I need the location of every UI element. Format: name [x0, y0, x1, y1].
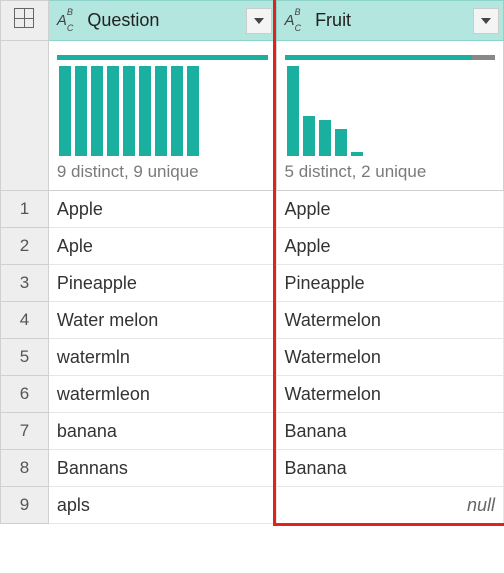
cell-fruit[interactable]: Apple — [276, 228, 503, 265]
profile-stats: 9 distinct, 9 unique — [57, 162, 268, 182]
chevron-down-icon — [254, 18, 264, 24]
column-name: Fruit — [315, 10, 351, 31]
cell-fruit[interactable]: Watermelon — [276, 302, 503, 339]
table-row[interactable]: 5watermlnWatermelon — [1, 339, 504, 376]
text-type-icon: ABC — [285, 11, 308, 31]
row-index[interactable]: 2 — [1, 228, 49, 265]
table-icon — [14, 8, 34, 28]
column-header-fruit[interactable]: ABC Fruit — [276, 1, 503, 41]
column-profile-question[interactable]: 9 distinct, 9 unique — [48, 41, 276, 191]
row-index[interactable]: 1 — [1, 191, 49, 228]
row-index[interactable]: 5 — [1, 339, 49, 376]
cell-fruit[interactable]: Watermelon — [276, 376, 503, 413]
distribution-bars — [57, 66, 268, 156]
table-row[interactable]: 9aplsnull — [1, 487, 504, 524]
cell-fruit[interactable]: null — [276, 487, 503, 524]
cell-question[interactable]: Water melon — [48, 302, 276, 339]
cell-fruit[interactable]: Watermelon — [276, 339, 503, 376]
cell-question[interactable]: Bannans — [48, 450, 276, 487]
cell-fruit[interactable]: Pineapple — [276, 265, 503, 302]
row-index[interactable]: 8 — [1, 450, 49, 487]
text-type-icon: ABC — [57, 11, 80, 31]
distribution-bars — [285, 66, 495, 156]
column-name: Question — [87, 10, 159, 31]
cell-question[interactable]: watermleon — [48, 376, 276, 413]
row-index[interactable]: 4 — [1, 302, 49, 339]
table-row[interactable]: 6watermleonWatermelon — [1, 376, 504, 413]
chevron-down-icon — [481, 18, 491, 24]
cell-fruit[interactable]: Banana — [276, 413, 503, 450]
column-profile-fruit[interactable]: 5 distinct, 2 unique — [276, 41, 503, 191]
row-index[interactable]: 9 — [1, 487, 49, 524]
cell-question[interactable]: Pineapple — [48, 265, 276, 302]
row-index[interactable]: 7 — [1, 413, 49, 450]
cell-question[interactable]: banana — [48, 413, 276, 450]
column-filter-button[interactable] — [246, 8, 272, 34]
profile-gutter — [1, 41, 49, 191]
table-row[interactable]: 8BannansBanana — [1, 450, 504, 487]
cell-question[interactable]: Apple — [48, 191, 276, 228]
quality-bar — [285, 55, 495, 60]
table-row[interactable]: 4Water melonWatermelon — [1, 302, 504, 339]
cell-fruit[interactable]: Apple — [276, 191, 503, 228]
cell-question[interactable]: apls — [48, 487, 276, 524]
cell-question[interactable]: watermln — [48, 339, 276, 376]
column-header-question[interactable]: ABC Question — [48, 1, 276, 41]
table-row[interactable]: 2ApleApple — [1, 228, 504, 265]
table-row[interactable]: 1AppleApple — [1, 191, 504, 228]
cell-fruit[interactable]: Banana — [276, 450, 503, 487]
table-row[interactable]: 3PineapplePineapple — [1, 265, 504, 302]
row-index[interactable]: 3 — [1, 265, 49, 302]
table-row[interactable]: 7bananaBanana — [1, 413, 504, 450]
quality-bar — [57, 55, 268, 60]
data-grid: ABC Question ABC Fruit 9 distinct, 9 uni… — [0, 0, 504, 524]
select-all-corner[interactable] — [1, 1, 49, 41]
column-filter-button[interactable] — [473, 8, 499, 34]
cell-question[interactable]: Aple — [48, 228, 276, 265]
row-index[interactable]: 6 — [1, 376, 49, 413]
profile-stats: 5 distinct, 2 unique — [285, 162, 495, 182]
